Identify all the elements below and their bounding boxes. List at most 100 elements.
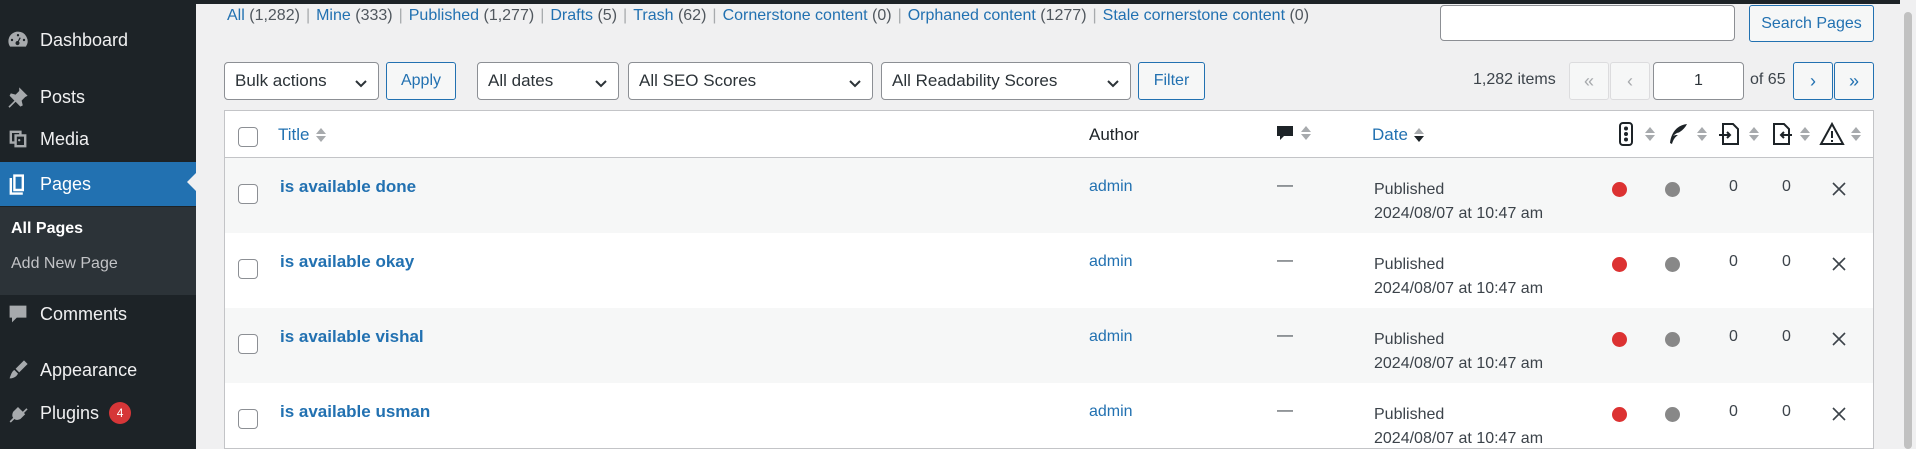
readability-score-dot [1665, 332, 1680, 347]
menu-label-dashboard: Dashboard [40, 29, 129, 50]
pages-icon [6, 172, 30, 196]
column-title-header[interactable]: Title [278, 125, 326, 145]
separator: | [540, 7, 545, 24]
page-scrollbar-thumb[interactable] [1904, 12, 1912, 449]
date-sort-link[interactable]: Date [1372, 125, 1408, 145]
view-all-label: All [227, 7, 245, 24]
first-page-button: « [1569, 62, 1609, 100]
last-page-button[interactable]: » [1834, 62, 1874, 100]
publish-date: 2024/08/07 at 10:47 am [1374, 430, 1544, 447]
view-trash-count: (62) [677, 7, 707, 24]
view-published[interactable]: Published (1,277) [409, 7, 534, 24]
chevron-down-icon [594, 75, 608, 89]
readability-score-dot [1665, 257, 1680, 272]
row-checkbox[interactable] [238, 184, 258, 204]
menu-label-posts: Posts [40, 86, 86, 107]
apply-button[interactable]: Apply [386, 62, 456, 100]
comments-count: — [1277, 402, 1293, 419]
column-date-header[interactable]: Date [1372, 125, 1424, 145]
view-cornerstone[interactable]: Cornerstone content [723, 7, 868, 24]
author-link[interactable]: admin [1089, 328, 1133, 346]
view-mine[interactable]: Mine (333) [316, 7, 393, 24]
menu-item-posts[interactable]: Posts [0, 77, 196, 117]
search-input[interactable] [1440, 5, 1735, 41]
row-checkbox[interactable] [238, 409, 258, 429]
view-orphaned[interactable]: Orphaned content [908, 7, 1036, 24]
view-all-count: (1,282) [249, 7, 300, 24]
admin-sidebar: Dashboard Posts Media Pages All Pages Ad… [0, 0, 196, 449]
seo-score-dot [1612, 182, 1627, 197]
column-outgoing-links-header[interactable] [1717, 121, 1759, 147]
outgoing-links-count: 0 [1729, 403, 1738, 420]
dates-select[interactable]: All dates [477, 62, 619, 100]
incoming-links-count: 0 [1782, 178, 1791, 195]
filter-button[interactable]: Filter [1138, 62, 1205, 100]
view-all[interactable]: All (1,282) [227, 7, 300, 24]
media-icon [6, 127, 30, 151]
menu-item-media[interactable]: Media [0, 119, 196, 159]
view-trash[interactable]: Trash (62) [633, 7, 706, 24]
author-link[interactable]: admin [1089, 253, 1133, 271]
bulk-actions-select[interactable]: Bulk actions [224, 62, 379, 100]
view-orphaned-label: Orphaned content [907, 7, 1036, 24]
chevron-down-icon [1106, 75, 1120, 89]
pages-table: Title Author Date is available done admi… [224, 110, 1874, 449]
column-seo-header[interactable] [1613, 121, 1655, 147]
table-row: is available vishal admin — Published 20… [225, 308, 1873, 383]
page-title-link[interactable]: is available okay [280, 252, 414, 272]
comments-count: — [1277, 177, 1293, 194]
author-link[interactable]: admin [1089, 403, 1133, 421]
title-sort-link[interactable]: Title [278, 125, 310, 145]
items-count: 1,282 items [1473, 71, 1556, 88]
menu-item-comments[interactable]: Comments [0, 294, 196, 334]
view-drafts-label: Drafts [550, 7, 594, 24]
current-page-input[interactable] [1653, 62, 1744, 100]
author-link[interactable]: admin [1089, 178, 1133, 196]
page-title-link[interactable]: is available usman [280, 402, 430, 422]
column-warning-header[interactable] [1819, 121, 1861, 147]
publish-date: 2024/08/07 at 10:47 am [1374, 205, 1544, 222]
menu-label-appearance: Appearance [40, 359, 138, 380]
seo-score-select[interactable]: All SEO Scores [628, 62, 873, 100]
author-header-label: Author [1089, 125, 1140, 144]
row-checkbox[interactable] [238, 259, 258, 279]
separator: | [305, 7, 311, 24]
menu-item-plugins[interactable]: Plugins 4 [0, 393, 196, 433]
table-row: is available usman admin — Published 202… [225, 383, 1873, 448]
view-mine-label: Mine [316, 7, 351, 24]
table-header: Title Author Date [225, 111, 1873, 158]
sort-icon [1851, 127, 1861, 141]
submenu-all-pages[interactable]: All Pages [11, 220, 83, 238]
menu-item-pages[interactable]: Pages [0, 162, 196, 206]
table-row: is available okay admin — Published 2024… [225, 233, 1873, 308]
view-published-label: Published [408, 7, 480, 24]
brush-icon [6, 358, 30, 382]
submenu-add-new-page[interactable]: Add New Page [11, 255, 118, 273]
view-stale-label: Stale cornerstone content [1102, 7, 1286, 24]
column-incoming-links-header[interactable] [1768, 121, 1810, 147]
column-comments-header[interactable] [1275, 123, 1311, 143]
page-title-link[interactable]: is available done [280, 177, 416, 197]
next-page-button[interactable]: › [1793, 62, 1833, 100]
menu-item-appearance[interactable]: Appearance [0, 350, 196, 390]
view-drafts[interactable]: Drafts (5) [550, 7, 617, 24]
row-checkbox[interactable] [238, 334, 258, 354]
incoming-links-count: 0 [1782, 328, 1791, 345]
view-stale-cornerstone[interactable]: Stale cornerstone content [1103, 7, 1285, 24]
dashboard-icon [6, 28, 30, 52]
select-all-checkbox[interactable] [238, 127, 258, 147]
page-title-link[interactable]: is available vishal [280, 327, 424, 347]
view-drafts-count: (5) [597, 7, 618, 24]
separator: | [1092, 7, 1097, 24]
search-pages-button[interactable]: Search Pages [1749, 5, 1874, 42]
table-row: is available done admin — Published 2024… [225, 158, 1873, 233]
incoming-links-count: 0 [1782, 253, 1791, 270]
menu-item-dashboard[interactable]: Dashboard [0, 20, 196, 60]
date-cell: Published 2024/08/07 at 10:47 am [1374, 178, 1543, 226]
close-icon [1830, 405, 1848, 423]
comments-count: — [1277, 252, 1293, 269]
readability-score-select[interactable]: All Readability Scores [881, 62, 1131, 100]
view-cornerstone-label: Cornerstone content [722, 7, 868, 24]
column-readability-header[interactable] [1665, 121, 1707, 147]
plug-icon [6, 401, 30, 425]
